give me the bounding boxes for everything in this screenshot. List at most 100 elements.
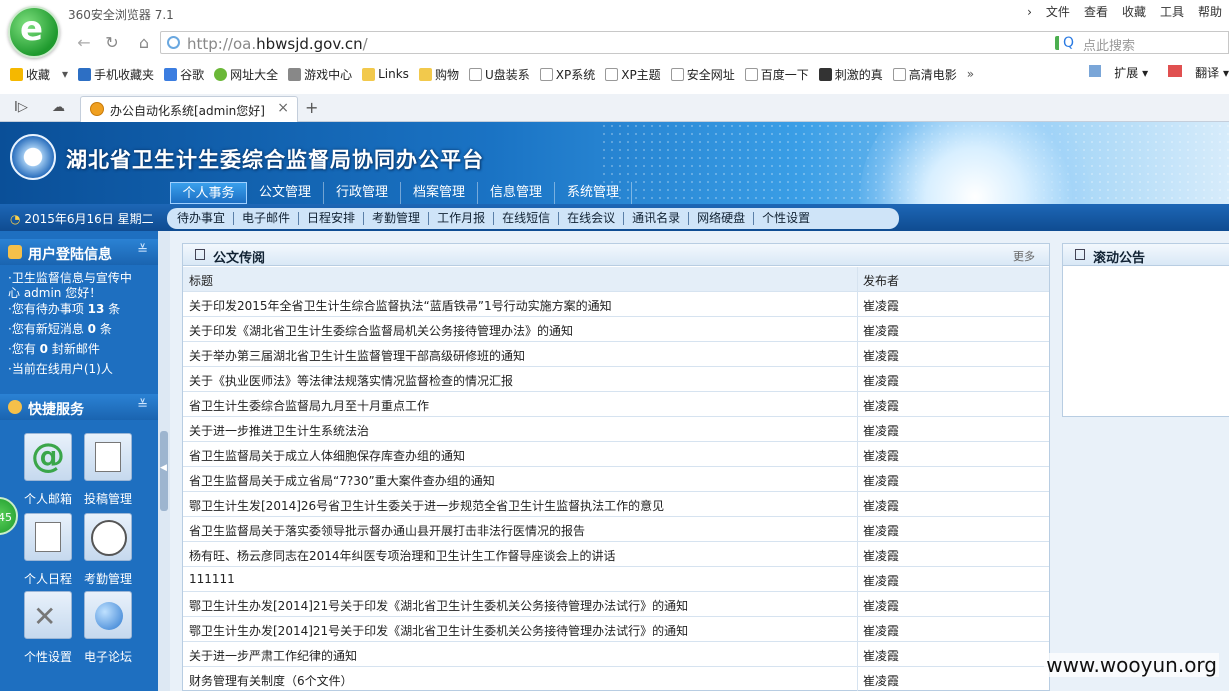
main-nav-documents[interactable]: 公文管理 bbox=[247, 182, 324, 204]
new-tab-button[interactable]: + bbox=[305, 98, 318, 117]
collapse-icon[interactable]: ≚ bbox=[137, 243, 148, 258]
quick-forum[interactable]: 电子论坛 bbox=[78, 591, 138, 665]
bookmark-shopping[interactable]: 购物 bbox=[418, 66, 459, 83]
table-row[interactable]: 关于《执业医师法》等法律法规落实情况监督检查的情况汇报 崔凌霞 bbox=[183, 367, 1049, 392]
doc-title-link[interactable]: 财务管理有关制度（6个文件） bbox=[189, 672, 353, 689]
bookmark-google[interactable]: 谷歌 bbox=[164, 66, 204, 83]
table-row[interactable]: 关于印发《湖北省卫生计生委综合监督局机关公务接待管理办法》的通知 崔凌霞 bbox=[183, 317, 1049, 342]
doc-title-link[interactable]: 关于印发2015年全省卫生计生综合监督执法“蓝盾铁帚”1号行动实施方案的通知 bbox=[189, 297, 612, 314]
quick-service-header[interactable]: 快捷服务 ≚ bbox=[0, 394, 158, 420]
quick-personal-mail[interactable]: @ 个人邮箱 bbox=[18, 433, 78, 507]
sub-nav-meeting[interactable]: 在线会议 bbox=[558, 212, 623, 225]
extensions-button[interactable]: 扩展 ▾ bbox=[1079, 64, 1148, 81]
doc-title-link[interactable]: 鄂卫生计生发[2014]26号省卫生计生委关于进一步规范全省卫生计生监督执法工作… bbox=[189, 497, 664, 514]
refresh-icon[interactable]: ↻ bbox=[102, 33, 122, 53]
doc-title-link[interactable]: 省卫生计生委综合监督局九月至十月重点工作 bbox=[189, 397, 429, 414]
sidebar-splitter[interactable]: ◀ bbox=[158, 231, 170, 691]
doc-title-link[interactable]: 关于印发《湖北省卫生计生委综合监督局机关公务接待管理办法》的通知 bbox=[189, 322, 573, 339]
table-row[interactable]: 关于进一步严肃工作纪律的通知 崔凌霞 bbox=[183, 642, 1049, 667]
sms-line[interactable]: ·您有新短消息 0 条 bbox=[8, 322, 112, 337]
cloud-icon[interactable]: ☁ bbox=[52, 100, 65, 115]
main-nav-admin[interactable]: 行政管理 bbox=[324, 182, 401, 204]
search-input[interactable]: Q 点此搜索 bbox=[1059, 31, 1229, 54]
bookmark-mobile[interactable]: 手机收藏夹 bbox=[78, 66, 154, 83]
close-tab-icon[interactable]: × bbox=[277, 100, 289, 116]
menu-file[interactable]: 文件 bbox=[1039, 3, 1077, 21]
main-nav-archives[interactable]: 档案管理 bbox=[401, 182, 478, 204]
table-row[interactable]: 111111 崔凌霞 bbox=[183, 567, 1049, 592]
user-info-header[interactable]: 用户登陆信息 ≚ bbox=[0, 239, 158, 265]
more-link[interactable]: 更多 bbox=[1013, 248, 1035, 264]
table-row[interactable]: 关于印发2015年全省卫生计生综合监督执法“蓝盾铁帚”1号行动实施方案的通知 崔凌… bbox=[183, 292, 1049, 317]
quick-schedule[interactable]: 个人日程 bbox=[18, 513, 78, 587]
online-line[interactable]: ·当前在线用户(1)人 bbox=[8, 362, 113, 377]
doc-title-link[interactable]: 鄂卫生计生办发[2014]21号关于印发《湖北省卫生计生委机关公务接待管理办法试… bbox=[189, 622, 688, 639]
bookmark-favorites[interactable]: 收藏 ▾ bbox=[10, 66, 68, 83]
doc-title-link[interactable]: 关于《执业医师法》等法律法规落实情况监督检查的情况汇报 bbox=[189, 372, 513, 389]
bookmark-links[interactable]: Links bbox=[362, 67, 409, 81]
table-row[interactable]: 杨有旺、杨云彦同志在2014年纠医专项治理和卫生计生工作督导座谈会上的讲话 崔凌霞 bbox=[183, 542, 1049, 567]
bookmark-usb[interactable]: U盘装系 bbox=[468, 66, 530, 83]
doc-title-link[interactable]: 鄂卫生计生办发[2014]21号关于印发《湖北省卫生计生委机关公务接待管理办法试… bbox=[189, 597, 688, 614]
main-nav-personal[interactable]: 个人事务 bbox=[170, 182, 247, 204]
menu-help[interactable]: 帮助 bbox=[1191, 3, 1229, 21]
table-row[interactable]: 鄂卫生计生发[2014]26号省卫生计生委关于进一步规范全省卫生计生监督执法工作… bbox=[183, 492, 1049, 517]
sub-nav-attendance[interactable]: 考勤管理 bbox=[363, 212, 428, 225]
home-icon[interactable]: ⌂ bbox=[134, 33, 154, 53]
table-row[interactable]: 关于举办第三届湖北省卫生计生监督管理干部高级研修班的通知 崔凌霞 bbox=[183, 342, 1049, 367]
sub-nav-schedule[interactable]: 日程安排 bbox=[298, 212, 363, 225]
sub-nav-email[interactable]: 电子邮件 bbox=[233, 212, 298, 225]
table-row[interactable]: 鄂卫生计生办发[2014]21号关于印发《湖北省卫生计生委机关公务接待管理办法试… bbox=[183, 617, 1049, 642]
tab-active[interactable]: 办公自动化系统[admin您好] × bbox=[80, 96, 298, 122]
menu-view[interactable]: 查看 bbox=[1077, 3, 1115, 21]
sub-nav-todo[interactable]: 待办事宜 bbox=[175, 212, 233, 225]
main-nav-system[interactable]: 系统管理 bbox=[555, 182, 632, 204]
mail-line[interactable]: ·您有 0 封新邮件 bbox=[8, 342, 100, 357]
doc-title-link[interactable]: 省卫生监督局关于成立省局“7?30”重大案件查办组的通知 bbox=[189, 472, 495, 489]
menu-arrow-icon[interactable]: › bbox=[1020, 3, 1039, 21]
table-row[interactable]: 关于进一步推进卫生计生系统法治 崔凌霞 bbox=[183, 417, 1049, 442]
bookmark-xp-theme[interactable]: XP主题 bbox=[605, 66, 661, 83]
doc-title-link[interactable]: 关于进一步推进卫生计生系统法治 bbox=[189, 422, 369, 439]
globe-forum-icon bbox=[84, 591, 132, 639]
doc-publisher: 崔凌霞 bbox=[863, 624, 900, 638]
table-row[interactable]: 财务管理有关制度（6个文件） 崔凌霞 bbox=[183, 667, 1049, 691]
announcements-title: 滚动公告 bbox=[1093, 251, 1146, 266]
bookmark-baidu[interactable]: 百度一下 bbox=[744, 66, 809, 83]
quick-settings[interactable]: ✕ 个性设置 bbox=[18, 591, 78, 665]
quick-submissions[interactable]: 投稿管理 bbox=[78, 433, 138, 507]
translate-button[interactable]: 翻译 ▾ bbox=[1158, 64, 1229, 81]
table-row[interactable]: 省卫生监督局关于落实委领导批示督办通山县开展打击非法行医情况的报告 崔凌霞 bbox=[183, 517, 1049, 542]
doc-title-link[interactable]: 关于进一步严肃工作纪律的通知 bbox=[189, 647, 357, 664]
doc-title-link[interactable]: 杨有旺、杨云彦同志在2014年纠医专项治理和卫生计生工作督导座谈会上的讲话 bbox=[189, 547, 616, 564]
table-row[interactable]: 鄂卫生计生办发[2014]21号关于印发《湖北省卫生计生委机关公务接待管理办法试… bbox=[183, 592, 1049, 617]
bookmarks-more[interactable]: » bbox=[967, 67, 974, 81]
doc-title-link[interactable]: 省卫生监督局关于落实委领导批示督办通山县开展打击非法行医情况的报告 bbox=[189, 522, 585, 539]
bookmark-hd-movies[interactable]: 高清电影 bbox=[892, 66, 957, 83]
sub-nav-sms[interactable]: 在线短信 bbox=[493, 212, 558, 225]
doc-title-link[interactable]: 111111 bbox=[189, 572, 235, 586]
back-icon[interactable]: ← bbox=[74, 33, 94, 53]
sidebar-toggle-icon[interactable]: I▷ bbox=[14, 100, 28, 115]
bookmark-sites[interactable]: 网址大全 bbox=[214, 66, 278, 83]
url-input[interactable]: http://oa.hbwsjd.gov.cn/ ⌄ bbox=[160, 31, 1120, 54]
menu-tools[interactable]: 工具 bbox=[1153, 3, 1191, 21]
menu-favorites[interactable]: 收藏 bbox=[1115, 3, 1153, 21]
table-row[interactable]: 省卫生计生委综合监督局九月至十月重点工作 崔凌霞 bbox=[183, 392, 1049, 417]
bookmark-xp-system[interactable]: XP系统 bbox=[539, 66, 595, 83]
table-row[interactable]: 省卫生监督局关于成立人体细胞保存库查办组的通知 崔凌霞 bbox=[183, 442, 1049, 467]
bookmark-safe-sites[interactable]: 安全网址 bbox=[670, 66, 735, 83]
sub-nav-netdisk[interactable]: 网络硬盘 bbox=[688, 212, 753, 225]
table-row[interactable]: 省卫生监督局关于成立省局“7?30”重大案件查办组的通知 崔凌霞 bbox=[183, 467, 1049, 492]
bookmark-exciting[interactable]: 刺激的真 bbox=[818, 66, 883, 83]
sub-nav-monthly-report[interactable]: 工作月报 bbox=[428, 212, 493, 225]
doc-title-link[interactable]: 关于举办第三届湖北省卫生计生监督管理干部高级研修班的通知 bbox=[189, 347, 525, 364]
quick-attendance[interactable]: 考勤管理 bbox=[78, 513, 138, 587]
main-nav-info[interactable]: 信息管理 bbox=[478, 182, 555, 204]
sub-nav-directory[interactable]: 通讯名录 bbox=[623, 212, 688, 225]
bookmark-games[interactable]: 游戏中心 bbox=[288, 66, 352, 83]
collapse-icon[interactable]: ≚ bbox=[137, 398, 148, 413]
sub-nav-settings[interactable]: 个性设置 bbox=[753, 212, 818, 225]
todo-line[interactable]: ·您有待办事项 13 条 bbox=[8, 302, 120, 317]
doc-title-link[interactable]: 省卫生监督局关于成立人体细胞保存库查办组的通知 bbox=[189, 447, 465, 464]
